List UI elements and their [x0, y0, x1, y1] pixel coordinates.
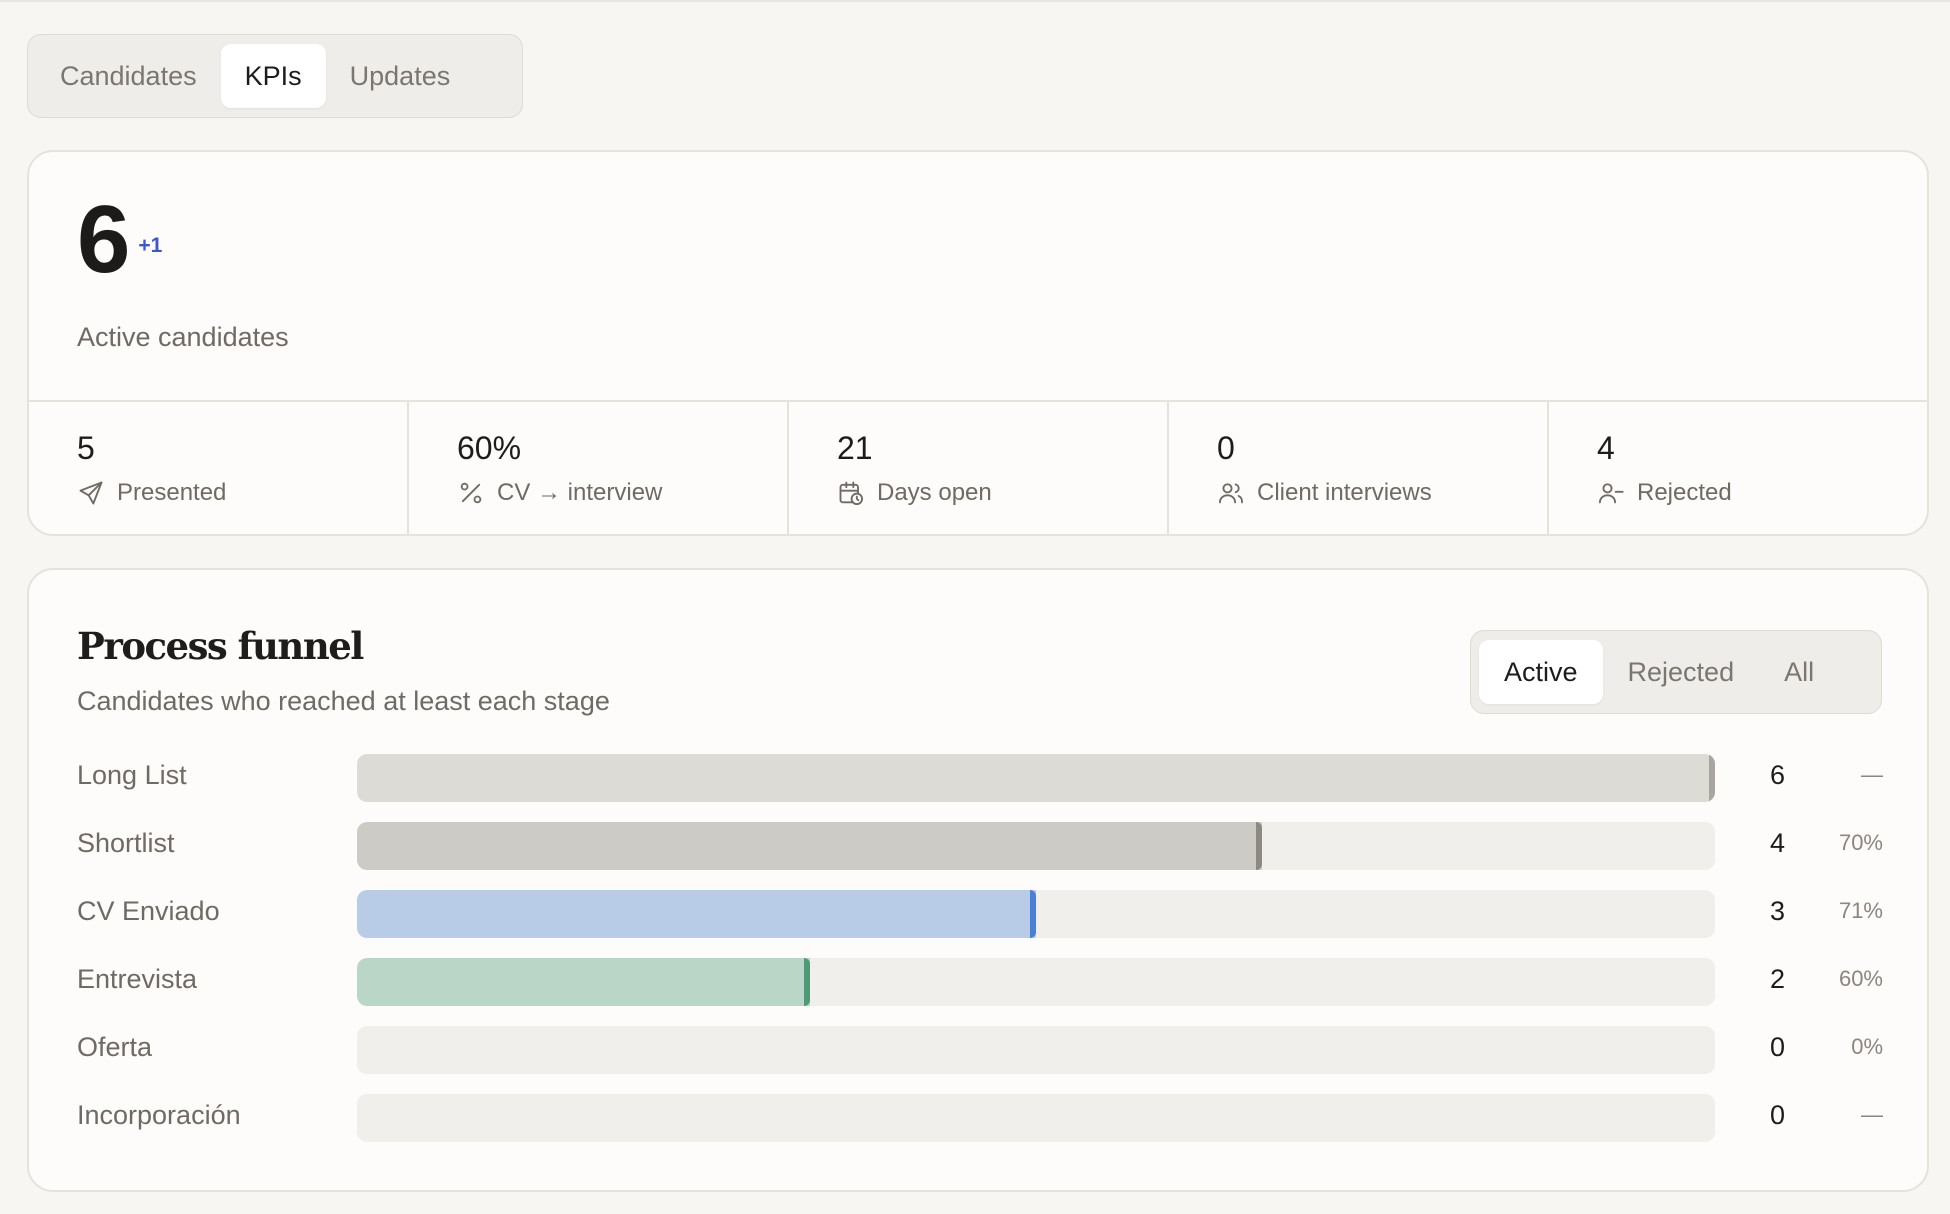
- active-candidates-count: 6: [77, 186, 130, 293]
- stage-name: Entrevista: [77, 964, 198, 994]
- funnel-row: CV Enviado 3 71%: [29, 886, 1927, 954]
- tab-updates[interactable]: Updates: [326, 44, 475, 108]
- tab-candidates[interactable]: Candidates: [36, 44, 221, 108]
- stage-bar-track: [357, 958, 1715, 1006]
- stage-bar-fill: [357, 822, 1263, 870]
- stat-label: Rejected: [1637, 479, 1732, 506]
- funnel-row: Oferta 0 0%: [29, 1022, 1927, 1090]
- stat-label: Client interviews: [1257, 479, 1432, 506]
- calendar-clock-icon: [837, 479, 865, 507]
- funnel-row: Shortlist 4 70%: [29, 818, 1927, 886]
- active-candidates-label: Active candidates: [77, 322, 289, 352]
- stat-value: 5: [77, 430, 95, 466]
- stage-conversion: 71%: [1838, 898, 1883, 923]
- active-candidates-delta: +1: [138, 234, 163, 257]
- funnel-row: Long List 6 —: [29, 750, 1927, 818]
- stage-name: CV Enviado: [77, 896, 220, 926]
- stage-conversion: —: [1861, 1102, 1883, 1127]
- stat-cv-interview: 60% CV → interview: [409, 402, 789, 534]
- stat-value: 0: [1217, 430, 1235, 466]
- funnel-stage-list: Long List 6 — Shortlist 4 70% CV Enviado…: [29, 750, 1927, 1158]
- stat-days-open: 21 Days open: [789, 402, 1169, 534]
- tab-kpis[interactable]: KPIs: [220, 44, 326, 108]
- stage-count: 3: [1769, 896, 1785, 926]
- kpis-page: Candidates KPIs Updates 6 +1 Active cand…: [0, 0, 1950, 1214]
- filter-rejected[interactable]: Rejected: [1603, 640, 1760, 704]
- filter-active[interactable]: Active: [1479, 640, 1603, 704]
- user-minus-icon: [1597, 479, 1625, 507]
- percent-icon: [457, 479, 485, 507]
- stage-name: Incorporación: [77, 1100, 241, 1130]
- funnel-title: Process funnel: [77, 624, 364, 668]
- stat-value: 4: [1597, 430, 1615, 466]
- stat-presented: 5 Presented: [29, 402, 409, 534]
- active-candidates-summary: 6 +1 Active candidates: [77, 192, 289, 353]
- send-icon: [77, 479, 105, 507]
- stat-value: 21: [837, 430, 873, 466]
- stage-conversion: —: [1861, 762, 1883, 787]
- kpi-card: 6 +1 Active candidates 5 Presented 60% C…: [27, 150, 1929, 536]
- stage-name: Shortlist: [77, 828, 175, 858]
- stage-conversion: 70%: [1838, 830, 1883, 855]
- filter-all[interactable]: All: [1759, 640, 1839, 704]
- stage-conversion: 0%: [1851, 1034, 1883, 1059]
- stage-bar-track: [357, 1026, 1715, 1074]
- users-icon: [1217, 479, 1245, 507]
- view-tabs: Candidates KPIs Updates: [27, 34, 523, 118]
- stage-count: 4: [1769, 828, 1785, 858]
- stage-name: Long List: [77, 760, 187, 790]
- funnel-row: Incorporación 0 —: [29, 1090, 1927, 1158]
- stage-name: Oferta: [77, 1032, 153, 1062]
- stage-count: 0: [1769, 1032, 1785, 1062]
- stat-value: 60%: [457, 430, 522, 466]
- stage-count: 0: [1769, 1100, 1785, 1130]
- stage-bar-track: [357, 754, 1715, 802]
- stage-conversion: 60%: [1838, 966, 1883, 991]
- stage-count: 6: [1769, 760, 1785, 790]
- stat-rejected: 4 Rejected: [1549, 402, 1927, 534]
- stage-bar-fill: [357, 890, 1036, 938]
- funnel-subtitle: Candidates who reached at least each sta…: [77, 686, 610, 716]
- funnel-filter-toggle: Active Rejected All: [1470, 630, 1882, 714]
- stage-bar-track: [357, 1094, 1715, 1142]
- stat-label: Days open: [877, 479, 992, 506]
- stage-bar-fill: [357, 754, 1715, 802]
- stat-client-interviews: 0 Client interviews: [1169, 402, 1549, 534]
- funnel-row: Entrevista 2 60%: [29, 954, 1927, 1022]
- stage-count: 2: [1769, 964, 1785, 994]
- stat-label: CV → interview: [497, 479, 663, 506]
- stage-bar-track: [357, 890, 1715, 938]
- kpi-stats-row: 5 Presented 60% CV → interview 21 Days o…: [29, 400, 1927, 534]
- stat-label: Presented: [117, 479, 227, 506]
- process-funnel-card: Process funnel Candidates who reached at…: [27, 568, 1929, 1192]
- stage-bar-fill: [357, 958, 810, 1006]
- stage-bar-track: [357, 822, 1715, 870]
